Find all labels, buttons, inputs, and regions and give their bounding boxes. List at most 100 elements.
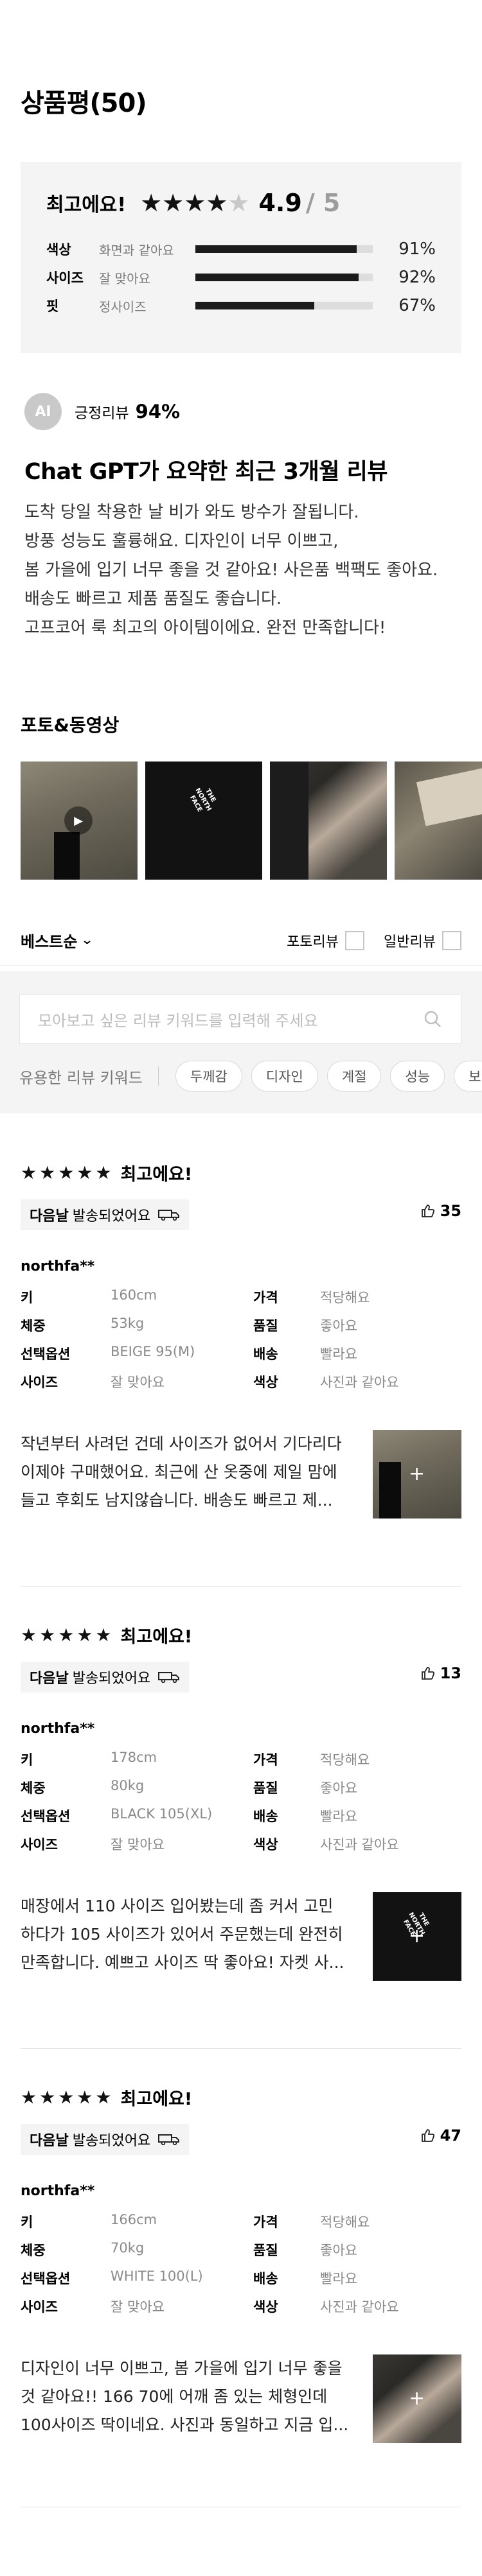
media-thumb-video[interactable]: ▶ — [21, 761, 138, 880]
summary-bar-fill — [195, 302, 314, 309]
tnf-logo: THE NORTH FACE — [188, 787, 217, 814]
reviewer-name: northfa** — [21, 1721, 95, 1737]
search-icon[interactable] — [422, 1009, 443, 1029]
review-rating-label: 최고에요! — [120, 1164, 193, 1185]
review-text[interactable]: 디자인이 너무 이쁘고, 봄 가을에 입기 너무 좋을 것 같아요!! 166 … — [21, 2354, 355, 2443]
truck-icon — [158, 1210, 180, 1221]
summary-pct: 92% — [398, 268, 436, 287]
shipping-badge: 다음날 발송되었어요 — [21, 1662, 190, 1693]
rating-label: 최고에요! — [46, 194, 127, 216]
photo-review-toggle[interactable]: 포토리뷰 — [287, 930, 365, 951]
info-value: 빨라요 — [320, 2271, 357, 2286]
like-count: 35 — [440, 1202, 461, 1220]
info-key: 사이즈 — [21, 2299, 58, 2315]
checkbox-icon[interactable] — [442, 930, 461, 950]
ai-summary-body: 도착 당일 착용한 날 비가 와도 방수가 잘됩니다. 방풍 성능도 훌륭해요.… — [24, 498, 461, 643]
jacket-cuff — [379, 1462, 401, 1519]
ai-summary-line: 봄 가을에 입기 너무 좋을 것 같아요! 사은품 백팩도 좋아요. — [24, 561, 438, 580]
plus-icon: + — [409, 1925, 425, 1947]
ai-summary-line: 고프코어 룩 최고의 아이템이에요. 완전 만족합니다! — [24, 618, 386, 638]
media-thumb[interactable] — [270, 761, 387, 880]
info-key: 색상 — [253, 1375, 278, 1390]
review-photo[interactable]: + — [373, 2354, 461, 2443]
review-divider — [21, 2048, 461, 2049]
shipping-text: 발송되었어요 — [72, 2133, 151, 2149]
review-card: ★★★★★ 최고에요! 다음날 발송되었어요 47 northfa** 키 166… — [21, 2084, 461, 2443]
review-card: ★★★★★ 최고에요! 다음날 발송되었어요 13 northfa** 키 178… — [21, 1622, 461, 1981]
info-key: 선택옵션 — [21, 1809, 71, 1824]
info-key: 품질 — [253, 1318, 278, 1334]
positive-review-pct: 94% — [135, 401, 181, 422]
summary-bar — [195, 302, 373, 309]
review-stars: ★★★★★ — [21, 1624, 114, 1646]
media-thumb[interactable] — [395, 761, 482, 880]
info-key: 사이즈 — [21, 1837, 58, 1852]
review-text[interactable]: 매장에서 110 사이즈 입어봤는데 좀 커서 고민 하다가 105 사이즈가 … — [21, 1892, 355, 1981]
info-value: 좋아요 — [320, 1318, 357, 1334]
divider — [157, 1066, 159, 1086]
keyword-chip[interactable]: 두께감 — [175, 1061, 242, 1092]
info-key: 키 — [21, 2215, 33, 2230]
keyword-chip[interactable]: 디자인 — [251, 1061, 318, 1092]
review-line: 100사이즈 딱이네요. 사진과 동일하고 지금 입... — [21, 2415, 349, 2434]
star-icon: ★ — [162, 189, 184, 217]
general-review-label: 일반리뷰 — [384, 934, 436, 950]
review-divider — [21, 1586, 461, 1587]
media-thumb[interactable]: THE NORTH FACE — [145, 761, 262, 880]
summary-value: 정사이즈 — [99, 299, 147, 315]
info-key: 품질 — [253, 1780, 278, 1796]
plus-icon: + — [409, 1463, 425, 1485]
info-value: 빨라요 — [320, 1809, 357, 1824]
thumbs-up-icon — [421, 2129, 434, 2142]
info-value: 적당해요 — [320, 1290, 370, 1305]
info-value: BLACK 105(XL) — [111, 1806, 213, 1822]
ai-summary-line: 도착 당일 착용한 날 비가 와도 방수가 잘됩니다. — [24, 503, 359, 522]
keyword-chip[interactable]: 계절 — [326, 1061, 382, 1092]
rating-stars: ★ ★ ★ ★ ★ — [140, 190, 249, 216]
positive-review-label: 긍정리뷰 — [75, 405, 129, 422]
photo-video-strip[interactable]: ▶ THE NORTH FACE — [21, 761, 482, 880]
ai-summary-line: 방풍 성능도 훌륭해요. 디자인이 너무 이쁘고, — [24, 532, 339, 551]
info-value: 잘 맞아요 — [111, 2299, 165, 2315]
info-key: 색상 — [253, 2299, 278, 2315]
sort-label: 베스트순 — [21, 933, 78, 951]
plus-icon: + — [409, 2387, 425, 2410]
star-icon: ★ — [206, 189, 228, 217]
review-search-section: 모아보고 싶은 리뷰 키워드를 입력해 주세요 유용한 리뷰 키워드 두께감 디… — [0, 971, 482, 1113]
summary-row-size: 사이즈 잘 맞아요 92% — [46, 263, 436, 292]
shipping-badge: 다음날 발송되었어요 — [21, 1199, 190, 1230]
review-text[interactable]: 작년부터 사려던 건데 사이즈가 없어서 기다리다 이제야 구매했어요. 최근에… — [21, 1430, 355, 1519]
checkbox-icon[interactable] — [345, 930, 365, 950]
reviewer-name: northfa** — [21, 1258, 95, 1275]
thumbs-up-icon — [421, 1667, 434, 1680]
truck-icon — [158, 1672, 180, 1683]
like-count: 13 — [440, 1664, 461, 1682]
like-button[interactable]: 13 — [421, 1664, 461, 1682]
review-line: 이제야 구매했어요. 최근에 산 옷중에 제일 맘에 — [21, 1463, 337, 1481]
info-value: 좋아요 — [320, 1780, 357, 1796]
reviewer-info: 키 166cm 가격 적당해요 체중 70kg 품질 좋아요 선택옵션 WHITE 100… — [21, 2212, 461, 2316]
info-value: 좋아요 — [320, 2243, 357, 2258]
summary-bar-fill — [195, 274, 359, 281]
info-key: 선택옵션 — [21, 1346, 71, 1362]
keyword-chip[interactable]: 보 — [454, 1061, 482, 1092]
info-value: 80kg — [111, 1778, 145, 1793]
summary-row-color: 색상 화면과 같아요 91% — [46, 235, 436, 263]
info-key: 가격 — [253, 1752, 278, 1768]
info-value: WHITE 100(L) — [111, 2268, 203, 2284]
info-key: 배송 — [253, 1809, 278, 1824]
general-review-toggle[interactable]: 일반리뷰 — [384, 930, 461, 951]
review-search-input[interactable]: 모아보고 싶은 리뷰 키워드를 입력해 주세요 — [19, 994, 461, 1044]
review-card: ★★★★★ 최고에요! 다음날 발송되었어요 35 northfa** 키 160… — [21, 1160, 461, 1519]
summary-pct: 91% — [398, 239, 436, 259]
review-photo[interactable]: + — [373, 1430, 461, 1519]
info-key: 가격 — [253, 1290, 278, 1305]
like-button[interactable]: 35 — [421, 1202, 461, 1220]
like-button[interactable]: 47 — [421, 2127, 461, 2145]
star-empty-icon: ★ — [228, 189, 250, 217]
sort-dropdown[interactable]: 베스트순 ⌄ — [21, 929, 94, 952]
shipping-badge: 다음날 발송되었어요 — [21, 2124, 190, 2155]
info-value: BEIGE 95(M) — [111, 1344, 195, 1359]
keyword-chip[interactable]: 성능 — [390, 1061, 445, 1092]
review-photo[interactable]: THE NORTH FACE + — [373, 1892, 461, 1981]
